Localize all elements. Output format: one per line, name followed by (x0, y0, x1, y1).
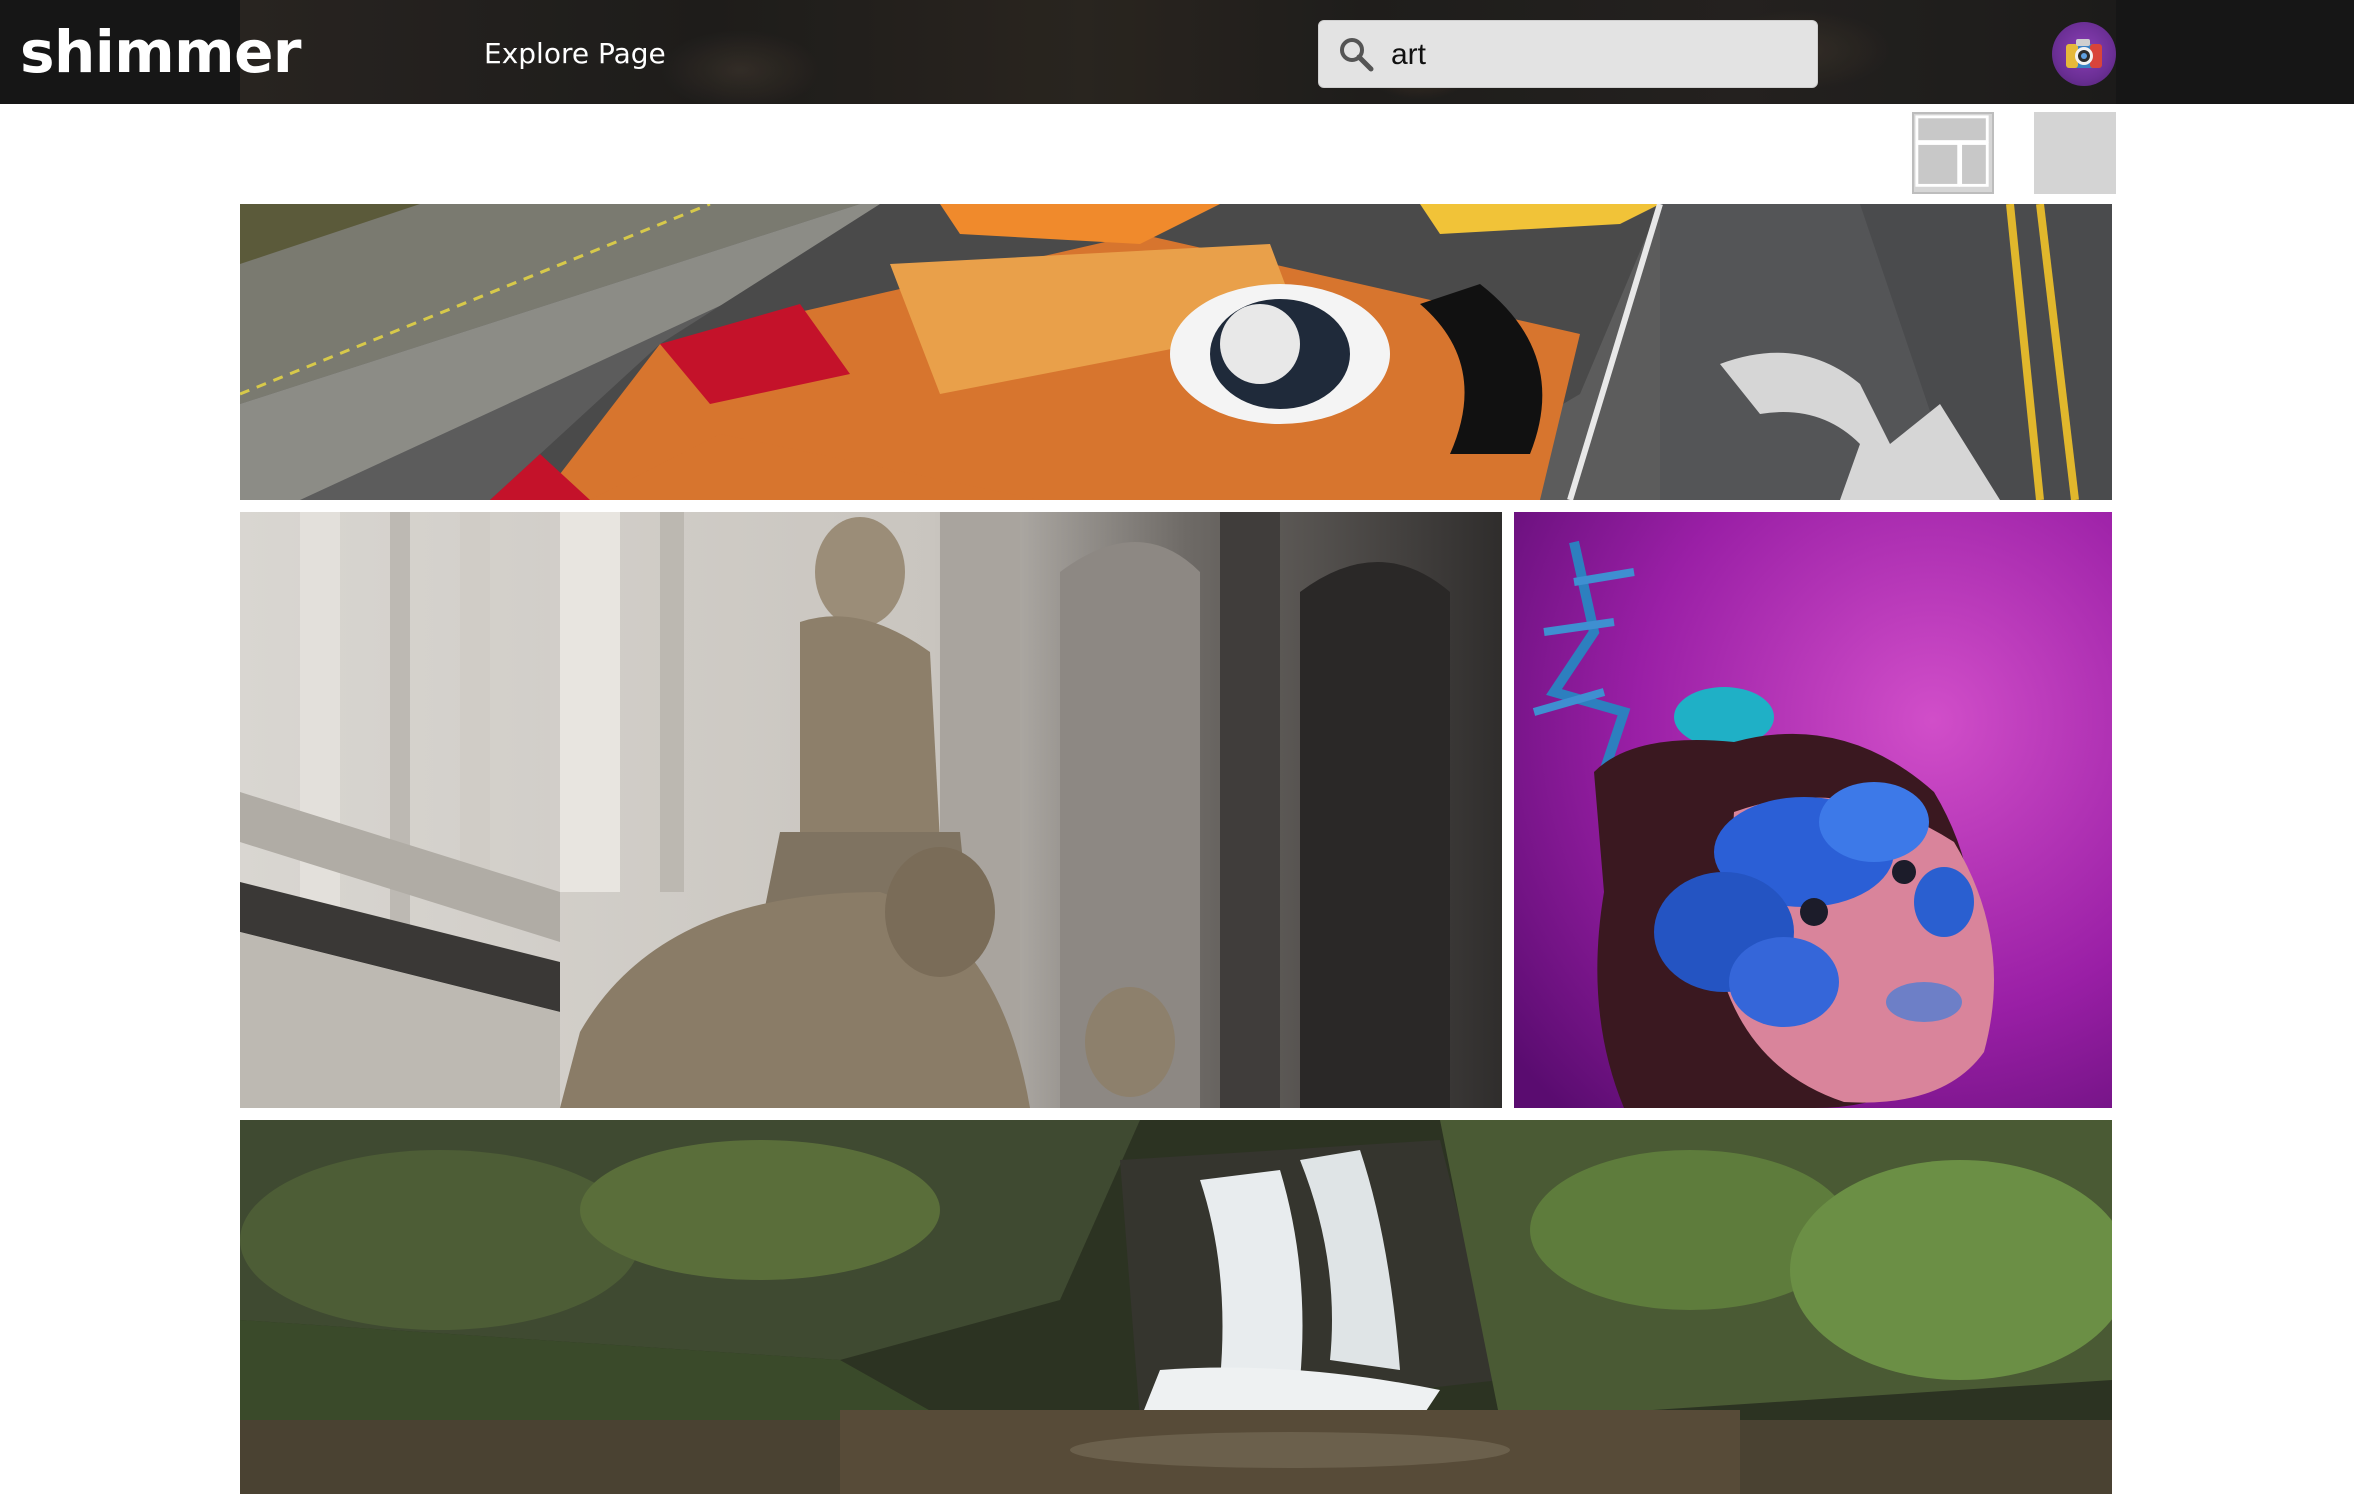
search-bar[interactable] (1318, 20, 1818, 88)
explore-page-link[interactable]: Explore Page (484, 36, 666, 72)
forest-waterfall-photo[interactable] (240, 1120, 2112, 1494)
street-chalk-art-image (240, 204, 2112, 500)
marble-sculpture-photo[interactable] (240, 512, 1502, 1108)
brand-logo[interactable]: shimmer (20, 18, 302, 86)
floral-face-paint-portrait-photo[interactable] (1514, 512, 2112, 1108)
grid-layout-icon (1915, 115, 1989, 187)
single-layout-button[interactable] (2034, 112, 2116, 194)
street-chalk-art-photo[interactable] (240, 204, 2112, 500)
single-layout-icon (2034, 112, 2116, 194)
profile-avatar[interactable] (2052, 22, 2116, 86)
grid-layout-button[interactable] (1912, 112, 1994, 194)
floral-face-paint-portrait-image (1514, 512, 2112, 1108)
forest-waterfall-image (240, 1120, 2112, 1494)
marble-sculpture-image (240, 512, 1502, 1108)
search-input[interactable] (1391, 33, 1791, 77)
top-navigation-bar: shimmer Explore Page (0, 0, 2354, 104)
camera-avatar-icon (2066, 39, 2102, 68)
search-icon (1340, 38, 1374, 72)
